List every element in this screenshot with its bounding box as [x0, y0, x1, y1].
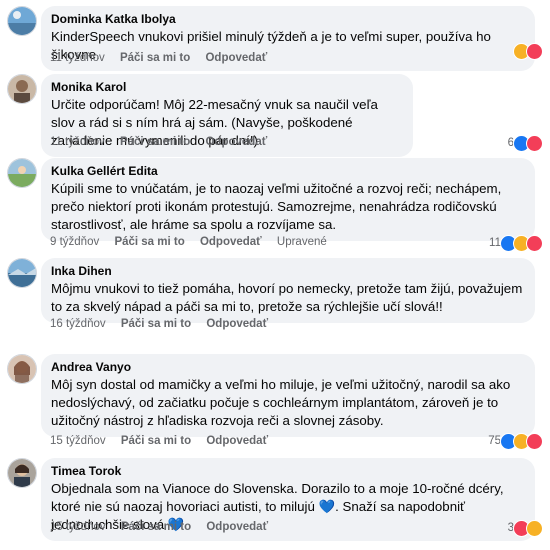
avatar[interactable] — [7, 458, 37, 488]
edited-label[interactable]: Upravené — [277, 236, 327, 248]
avatar[interactable] — [7, 258, 37, 288]
comment-author[interactable]: Inka Dihen — [51, 264, 525, 279]
love-reaction-icon — [526, 234, 543, 252]
comment-time[interactable]: 15 týždňov — [50, 521, 106, 533]
reply-button[interactable]: Odpovedať — [200, 236, 262, 248]
comment-author[interactable]: Monika Karol — [51, 80, 403, 95]
comment-text: Môj syn dostal od mamičky a veľmi ho mil… — [51, 377, 511, 428]
reaction-summary[interactable]: 75 — [488, 432, 543, 450]
comment-item: Monika Karol Určite odporúčam! Môj 22-me… — [0, 70, 550, 157]
like-button[interactable]: Páči sa mi to — [121, 318, 191, 330]
reply-button[interactable]: Odpovedať — [205, 52, 267, 64]
comment-author[interactable]: Kulka Gellért Edita — [51, 164, 525, 179]
love-reaction-icon — [526, 134, 543, 152]
comment-text: Kúpili sme to vnúčatám, je to naozaj veľ… — [51, 181, 502, 232]
avatar[interactable] — [7, 158, 37, 188]
comment-item: Kulka Gellért Edita Kúpili sme to vnúčat… — [0, 154, 550, 254]
comment-item: Dominka Katka Ibolya KinderSpeech vnukov… — [0, 0, 550, 71]
avatar[interactable] — [7, 354, 37, 384]
comment-bubble: Inka Dihen Môjmu vnukovi to tiež pomáha,… — [41, 258, 535, 323]
reaction-summary[interactable] — [513, 42, 543, 60]
comment-item: Andrea Vanyo Môj syn dostal od mamičky a… — [0, 350, 550, 452]
comment-time[interactable]: 11 týždňov — [50, 136, 105, 148]
reply-button[interactable]: Odpovedať — [205, 136, 267, 148]
comment-author[interactable]: Andrea Vanyo — [51, 360, 525, 375]
reaction-summary[interactable]: 3 — [508, 519, 543, 537]
comment-item: Inka Dihen Môjmu vnukovi to tiež pomáha,… — [0, 256, 550, 338]
comment-actions: 11 týždňov Páči sa mi to Odpovedať — [50, 136, 279, 148]
avatar[interactable] — [7, 74, 37, 104]
reaction-summary[interactable]: 6 — [508, 134, 543, 152]
like-button[interactable]: Páči sa mi to — [120, 52, 190, 64]
comment-item: Timea Torok Objednala som na Vianoce do … — [0, 456, 550, 550]
comment-actions: 9 týždňov Páči sa mi to Odpovedať Uprave… — [50, 236, 339, 248]
comment-bubble: Kulka Gellért Edita Kúpili sme to vnúčat… — [41, 158, 535, 241]
comment-author[interactable]: Dominka Katka Ibolya — [51, 12, 525, 27]
wow-reaction-icon — [526, 519, 543, 537]
comment-actions: 16 týždňov Páči sa mi to Odpovedať — [50, 318, 280, 330]
comment-actions: 11 týždňov Páči sa mi to Odpovedať — [50, 52, 279, 64]
comment-actions: 15 týždňov Páči sa mi to Odpovedať — [50, 435, 280, 447]
comment-text: Môjmu vnukovi to tiež pomáha, hovorí po … — [51, 281, 523, 314]
comment-bubble: Andrea Vanyo Môj syn dostal od mamičky a… — [41, 354, 535, 437]
like-button[interactable]: Páči sa mi to — [114, 236, 184, 248]
comment-time[interactable]: 9 týždňov — [50, 236, 99, 248]
reaction-summary[interactable]: 11 — [489, 234, 543, 252]
comment-author[interactable]: Timea Torok — [51, 464, 525, 479]
reply-button[interactable]: Odpovedať — [206, 435, 268, 447]
love-reaction-icon — [526, 432, 543, 450]
love-reaction-icon — [526, 42, 543, 60]
comment-actions: 15 týždňov Páči sa mi to Odpovedať — [50, 521, 280, 533]
comment-time[interactable]: 15 týždňov — [50, 435, 106, 447]
comment-time[interactable]: 11 týždňov — [50, 52, 105, 64]
comment-time[interactable]: 16 týždňov — [50, 318, 106, 330]
avatar[interactable] — [7, 6, 37, 36]
reply-button[interactable]: Odpovedať — [206, 521, 268, 533]
reply-button[interactable]: Odpovedať — [206, 318, 268, 330]
like-button[interactable]: Páči sa mi to — [121, 435, 191, 447]
like-button[interactable]: Páči sa mi to — [121, 521, 191, 533]
like-button[interactable]: Páči sa mi to — [120, 136, 190, 148]
